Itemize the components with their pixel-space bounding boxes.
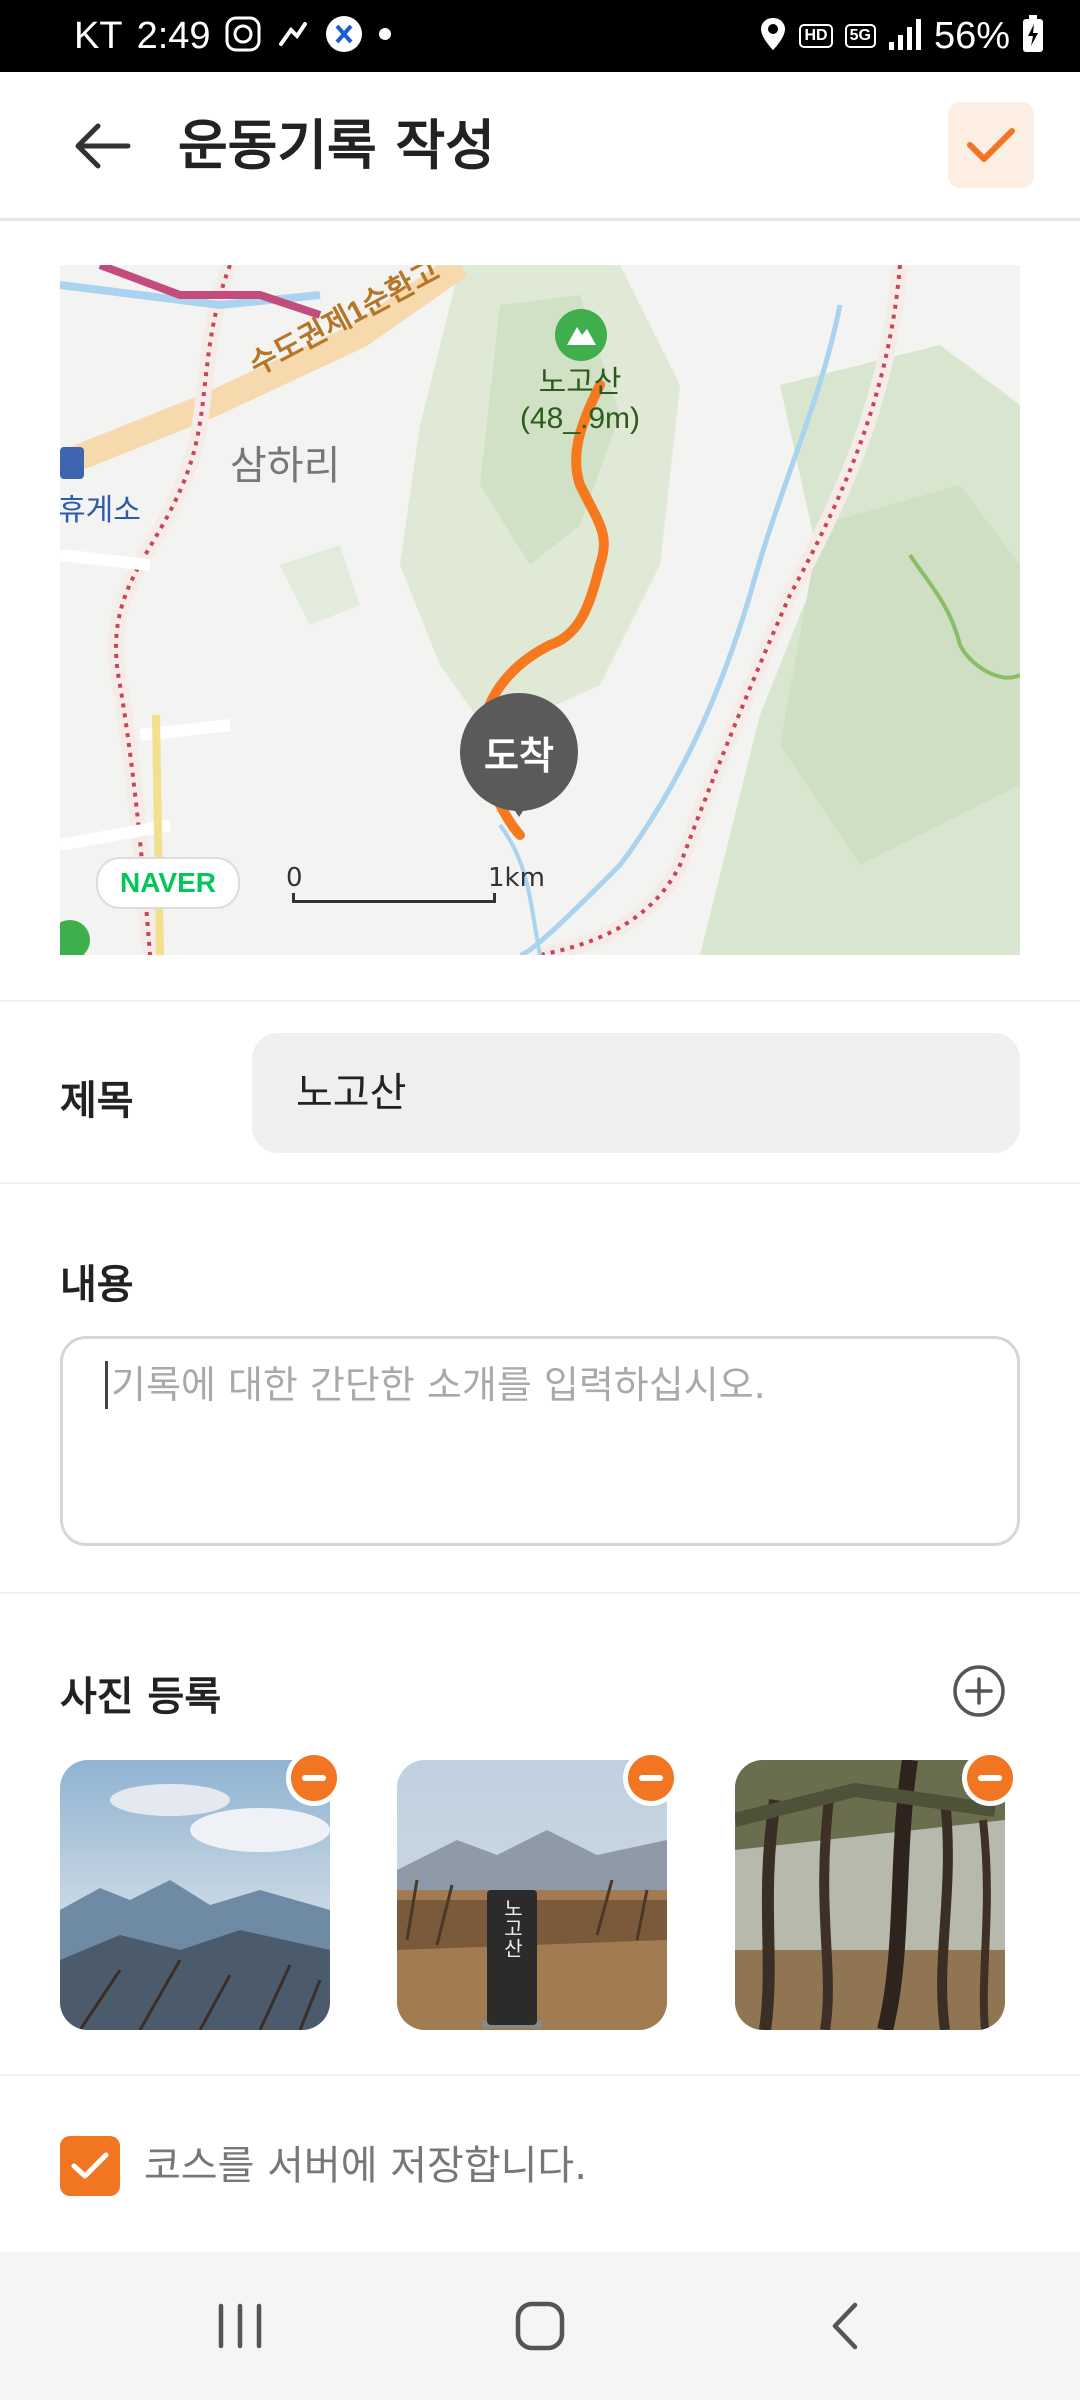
status-left: KT 2:49 bbox=[74, 14, 393, 58]
back-icon bbox=[832, 2302, 858, 2350]
mountain-haze-photo[interactable] bbox=[60, 1760, 330, 2030]
battery-charging-icon bbox=[1022, 14, 1044, 58]
network-badge: 5G bbox=[844, 24, 876, 48]
minus-icon bbox=[639, 1775, 663, 1781]
naver-logo: NAVER bbox=[96, 857, 240, 909]
signal-icon bbox=[888, 18, 922, 55]
status-right: HD 5G 56% bbox=[759, 14, 1044, 58]
battery-percent: 56% bbox=[933, 15, 1010, 57]
home-button[interactable] bbox=[470, 2252, 610, 2400]
x-app-icon bbox=[325, 15, 363, 58]
recent-apps-icon bbox=[218, 2303, 262, 2349]
title-input[interactable]: 노고산 bbox=[252, 1033, 1020, 1153]
area-label: 삼하리 bbox=[230, 444, 341, 488]
hd-badge: HD bbox=[799, 24, 833, 48]
app-bar: 운동기록 작성 bbox=[0, 72, 1080, 221]
divider bbox=[0, 1000, 1080, 1002]
divider bbox=[0, 1182, 1080, 1184]
back-button[interactable] bbox=[60, 110, 144, 182]
scale-bar bbox=[292, 893, 496, 903]
add-photo-button[interactable] bbox=[952, 1664, 1006, 1718]
remove-photo-button[interactable] bbox=[623, 1750, 679, 1806]
minus-icon bbox=[302, 1775, 326, 1781]
clock: 2:49 bbox=[136, 15, 211, 57]
minus-icon bbox=[978, 1775, 1002, 1781]
remove-photo-button[interactable] bbox=[962, 1750, 1018, 1806]
dot-icon bbox=[377, 26, 393, 47]
system-back-button[interactable] bbox=[774, 2252, 914, 2400]
summit-marker-photo[interactable]: 노고산 bbox=[397, 1760, 667, 2030]
destination-marker[interactable]: 도착 bbox=[460, 693, 580, 817]
scale-start-label: 0 bbox=[286, 863, 303, 893]
content-placeholder: 기록에 대한 간단한 소개를 입력하십시오. bbox=[111, 1363, 766, 1407]
carrier-label: KT bbox=[74, 15, 123, 57]
hiking-app-icon bbox=[275, 16, 311, 57]
save-course-label[interactable]: 코스를 서버에 저장합니다. bbox=[144, 2136, 587, 2196]
content-textarea[interactable]: 기록에 대한 간단한 소개를 입력하십시오. bbox=[60, 1336, 1020, 1546]
home-icon bbox=[515, 2301, 565, 2351]
content-label: 내용 bbox=[60, 1262, 134, 1308]
page-title: 운동기록 작성 bbox=[178, 114, 495, 177]
location-icon bbox=[759, 16, 787, 57]
check-icon bbox=[71, 2152, 109, 2179]
peak-label: 노고산 (48_.9m) bbox=[510, 365, 650, 437]
arrow-left-icon bbox=[75, 123, 131, 169]
save-course-checkbox[interactable] bbox=[60, 2136, 120, 2196]
confirm-button[interactable] bbox=[948, 102, 1034, 188]
divider bbox=[0, 2074, 1080, 2076]
remove-photo-button[interactable] bbox=[286, 1750, 342, 1806]
photo-section-label: 사진 등록 bbox=[60, 1674, 222, 1720]
destination-label: 도착 bbox=[460, 693, 578, 811]
pine-forest-photo[interactable] bbox=[735, 1760, 1005, 2030]
scale-end-label: 1km bbox=[488, 863, 545, 893]
recent-apps-button[interactable] bbox=[170, 2252, 310, 2400]
system-nav-bar bbox=[0, 2252, 1080, 2400]
peak-name: 노고산 bbox=[538, 366, 622, 399]
title-label: 제목 bbox=[60, 1078, 134, 1124]
route-map[interactable]: 수도권제1순환고 삼하리 휴게소 노고산 (48_.9m) 도착 NAVER 0… bbox=[60, 265, 1020, 955]
text-caret bbox=[105, 1361, 108, 1409]
rest-area-label: 휴게소 bbox=[60, 494, 141, 527]
plus-circle-icon bbox=[953, 1665, 1005, 1717]
status-bar: KT 2:49 HD 5G 56% bbox=[0, 0, 1080, 72]
compass-app-icon bbox=[225, 16, 261, 57]
peak-elevation: (48_.9m) bbox=[519, 402, 641, 435]
summit-stone-text: 노고산 bbox=[500, 1898, 524, 1958]
divider bbox=[0, 1592, 1080, 1594]
check-icon bbox=[967, 128, 1015, 162]
